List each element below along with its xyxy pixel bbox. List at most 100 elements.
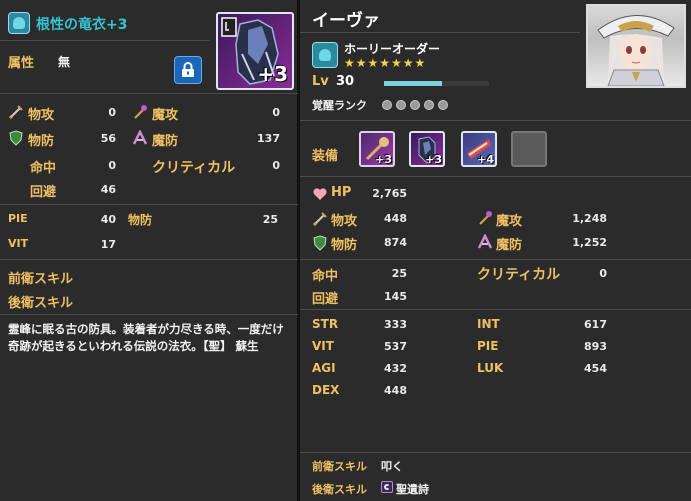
staff-icon (479, 211, 492, 225)
item-plus-badge: +3 (257, 62, 288, 86)
back-skill-label: 後衛スキル (8, 296, 74, 311)
divider-line (300, 176, 691, 177)
vit-value: 17 (100, 238, 116, 251)
awaken-dot (438, 100, 448, 110)
armor-type-icon (8, 12, 30, 34)
dex-label: DEX (312, 383, 340, 397)
vit-value: 537 (384, 340, 407, 353)
divider-line (300, 32, 580, 33)
lock-button[interactable] (174, 56, 202, 84)
awaken-label: 覚醒ランク (312, 99, 367, 112)
divider-line (0, 93, 298, 94)
awaken-dot (382, 100, 392, 110)
front-skill-label: 前衛スキル (312, 460, 367, 473)
luk-value: 454 (584, 362, 607, 375)
shield-icon (9, 130, 23, 146)
character-portrait-image (597, 15, 675, 86)
level-label: Lv (312, 74, 329, 89)
equip-plus: +4 (477, 153, 494, 166)
pdef-req-label: 物防 (128, 213, 153, 227)
divider-line (300, 259, 691, 260)
hit-value: 25 (391, 267, 407, 280)
level-value: 30 (336, 74, 355, 89)
divider-line (300, 120, 691, 121)
holy-skill-icon (381, 481, 393, 493)
patk-value: 0 (108, 106, 116, 119)
magic-defense-icon (132, 130, 148, 145)
hit-label: 命中 (30, 161, 57, 176)
divider-line (300, 452, 691, 453)
equip-slot-weapon[interactable]: +3 (359, 131, 395, 167)
mdef-label: 魔防 (152, 134, 179, 149)
divider-line (0, 314, 298, 315)
pie-label: PIE (477, 339, 499, 353)
back-skill-name: 聖遺詩 (396, 483, 429, 496)
crit-value: 0 (272, 159, 280, 172)
mdef-value: 137 (257, 132, 280, 145)
divider-line (300, 309, 691, 310)
item-description: 霊峰に眠る古の防具。装着者が力尽きる時、一度だけ奇跡が起きるといわれる伝説の法衣… (8, 322, 284, 353)
equip-slot-accessory[interactable]: +4 (461, 131, 497, 167)
pie-value: 40 (100, 213, 116, 226)
exp-bar-fill (384, 81, 442, 86)
magic-defense-icon (477, 234, 493, 249)
pie-value: 893 (584, 340, 607, 353)
crit-value: 0 (599, 267, 607, 280)
matk-label: 魔攻 (152, 108, 179, 123)
sword-icon (312, 212, 327, 227)
pdef-label: 物防 (28, 134, 55, 149)
divider-line (0, 40, 210, 41)
equip-slot-empty[interactable] (511, 131, 547, 167)
pdef-value: 56 (100, 132, 116, 145)
str-value: 333 (384, 318, 407, 331)
matk-value: 1,248 (572, 212, 607, 225)
pdef-label: 物防 (331, 238, 358, 253)
mdef-value: 1,252 (572, 236, 607, 249)
luk-label: LUK (477, 361, 504, 375)
vit-label: VIT (312, 339, 334, 353)
agi-label: AGI (312, 361, 336, 375)
hit-label: 命中 (312, 269, 339, 284)
int-value: 617 (584, 318, 607, 331)
item-name: 根性の竜衣+3 (36, 17, 128, 33)
pdef-value: 874 (384, 236, 407, 249)
divider-line (0, 204, 298, 205)
matk-label: 魔攻 (496, 214, 523, 229)
crit-label: クリティカル (477, 267, 561, 283)
heart-icon (313, 188, 327, 200)
item-card[interactable]: +3 (216, 12, 294, 90)
divider-line (0, 259, 298, 260)
staff-icon (134, 105, 147, 119)
pie-label: PIE (8, 212, 28, 225)
mdef-label: 魔防 (496, 238, 523, 253)
eva-value: 46 (100, 183, 116, 196)
eva-value: 145 (384, 290, 407, 303)
equip-plus: +3 (375, 153, 392, 166)
eva-label: 回避 (30, 185, 57, 200)
patk-label: 物攻 (331, 214, 358, 229)
shield-icon (313, 235, 327, 251)
pdef-req-value: 25 (262, 213, 278, 226)
item-detail-panel: 根性の竜衣+3 属性 無 +3 物攻 0 魔攻 0 物防 56 魔防 137 命… (0, 0, 298, 501)
agi-value: 432 (384, 362, 407, 375)
crit-label: クリティカル (152, 160, 236, 176)
character-portrait (586, 4, 686, 88)
class-name: ホーリーオーダー (344, 42, 441, 56)
hp-value: 2,765 (372, 187, 407, 200)
front-skill-name: 叩く (381, 460, 403, 473)
matk-value: 0 (272, 106, 280, 119)
hit-value: 0 (108, 159, 116, 172)
str-label: STR (312, 317, 339, 331)
rarity-stars: ★★★★★★★ (344, 56, 427, 70)
sword-icon (8, 105, 23, 120)
class-icon (312, 42, 338, 68)
awaken-dot (410, 100, 420, 110)
patk-value: 448 (384, 212, 407, 225)
patk-label: 物攻 (28, 108, 55, 123)
equip-slot-armor[interactable]: +3 (409, 131, 445, 167)
character-name: イーヴァ (312, 11, 380, 31)
awaken-dot (396, 100, 406, 110)
dex-value: 448 (384, 384, 407, 397)
exp-bar (384, 81, 489, 86)
attribute-label: 属性 (8, 56, 35, 71)
